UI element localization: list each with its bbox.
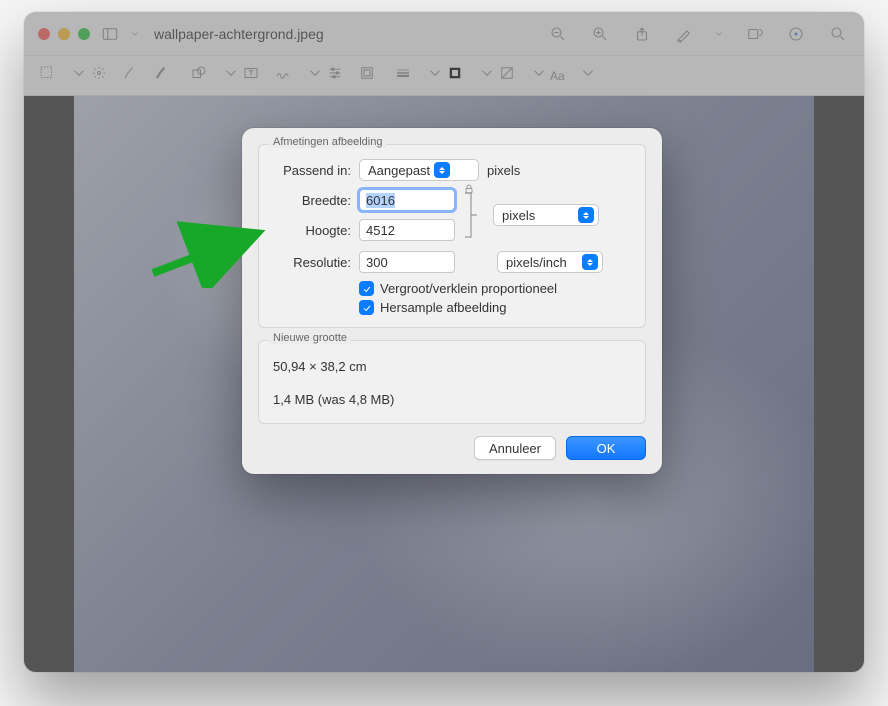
pencil-icon[interactable] (122, 64, 140, 87)
chevron-down-icon[interactable] (478, 64, 496, 82)
markup-icon[interactable] (672, 22, 696, 46)
markup-toolbar: Aa (24, 56, 864, 96)
sign-icon[interactable] (274, 64, 292, 87)
minimize-window-button[interactable] (58, 28, 70, 40)
size-cm-text: 50,94 × 38,2 cm (271, 355, 633, 378)
chevron-down-icon[interactable] (579, 64, 597, 82)
close-window-button[interactable] (38, 28, 50, 40)
chevron-down-icon[interactable] (222, 64, 240, 82)
selection-tool-icon[interactable] (38, 64, 56, 87)
size-mb-text: 1,4 MB (was 4,8 MB) (271, 388, 633, 411)
rotate-icon[interactable] (742, 22, 766, 46)
titlebar: wallpaper-achtergrond.jpeg (24, 12, 864, 56)
preview-window: wallpaper-achtergrond.jpeg (24, 12, 864, 672)
search-icon[interactable] (826, 22, 850, 46)
dimension-unit-select[interactable]: pixels (493, 204, 599, 226)
new-size-group: Nieuwe grootte 50,94 × 38,2 cm 1,4 MB (w… (258, 340, 646, 424)
resolution-unit-select[interactable]: pixels/inch (497, 251, 603, 273)
width-label: Breedte: (271, 193, 351, 208)
chevron-down-icon[interactable] (530, 64, 548, 82)
info-icon[interactable] (784, 22, 808, 46)
ok-button[interactable]: OK (566, 436, 646, 460)
height-input[interactable]: 4512 (359, 219, 455, 241)
cancel-button[interactable]: Annuleer (474, 436, 556, 460)
resample-label: Hersample afbeelding (380, 300, 506, 315)
resample-checkbox[interactable]: Hersample afbeelding (359, 300, 633, 315)
font-style-button[interactable]: Aa (550, 69, 565, 83)
height-label: Hoogte: (271, 223, 351, 238)
chevron-down-icon[interactable] (130, 22, 140, 46)
resolution-input[interactable]: 300 (359, 251, 455, 273)
border-color-icon[interactable] (446, 64, 464, 87)
fit-into-label: Passend in: (271, 163, 351, 178)
fullscreen-window-button[interactable] (78, 28, 90, 40)
adjust-color-icon[interactable] (326, 64, 344, 87)
crop-size-icon[interactable] (358, 64, 376, 87)
chevron-down-icon[interactable] (306, 64, 324, 82)
scale-proportionally-checkbox[interactable]: Vergroot/verklein proportioneel (359, 281, 633, 296)
adjust-size-dialog: Afmetingen afbeelding Passend in: Aangep… (242, 128, 662, 474)
chevron-down-icon[interactable] (426, 64, 444, 82)
lock-icon[interactable] (463, 183, 475, 195)
traffic-lights (38, 28, 90, 40)
aspect-lock-bracket (463, 189, 481, 241)
line-style-icon[interactable] (394, 64, 412, 87)
fit-unit-label: pixels (487, 163, 520, 178)
scale-proportionally-label: Vergroot/verklein proportioneel (380, 281, 557, 296)
marker-icon[interactable] (154, 64, 172, 87)
chevron-down-icon[interactable] (70, 64, 88, 82)
fill-color-icon[interactable] (498, 64, 516, 87)
instant-alpha-icon[interactable] (90, 64, 108, 87)
share-icon[interactable] (630, 22, 654, 46)
text-box-icon[interactable] (242, 64, 260, 87)
shapes-icon[interactable] (190, 64, 208, 87)
new-size-legend: Nieuwe grootte (269, 332, 351, 344)
dimensions-legend: Afmetingen afbeelding (269, 136, 386, 148)
sidebar-icon[interactable] (98, 22, 122, 46)
window-title: wallpaper-achtergrond.jpeg (154, 26, 324, 42)
chevron-down-icon[interactable] (714, 22, 724, 46)
zoom-out-icon[interactable] (546, 22, 570, 46)
zoom-in-icon[interactable] (588, 22, 612, 46)
fit-into-select[interactable]: Aangepast (359, 159, 479, 181)
width-input[interactable]: 6016 (359, 189, 455, 211)
resolution-label: Resolutie: (271, 255, 351, 270)
dimensions-group: Afmetingen afbeelding Passend in: Aangep… (258, 144, 646, 328)
